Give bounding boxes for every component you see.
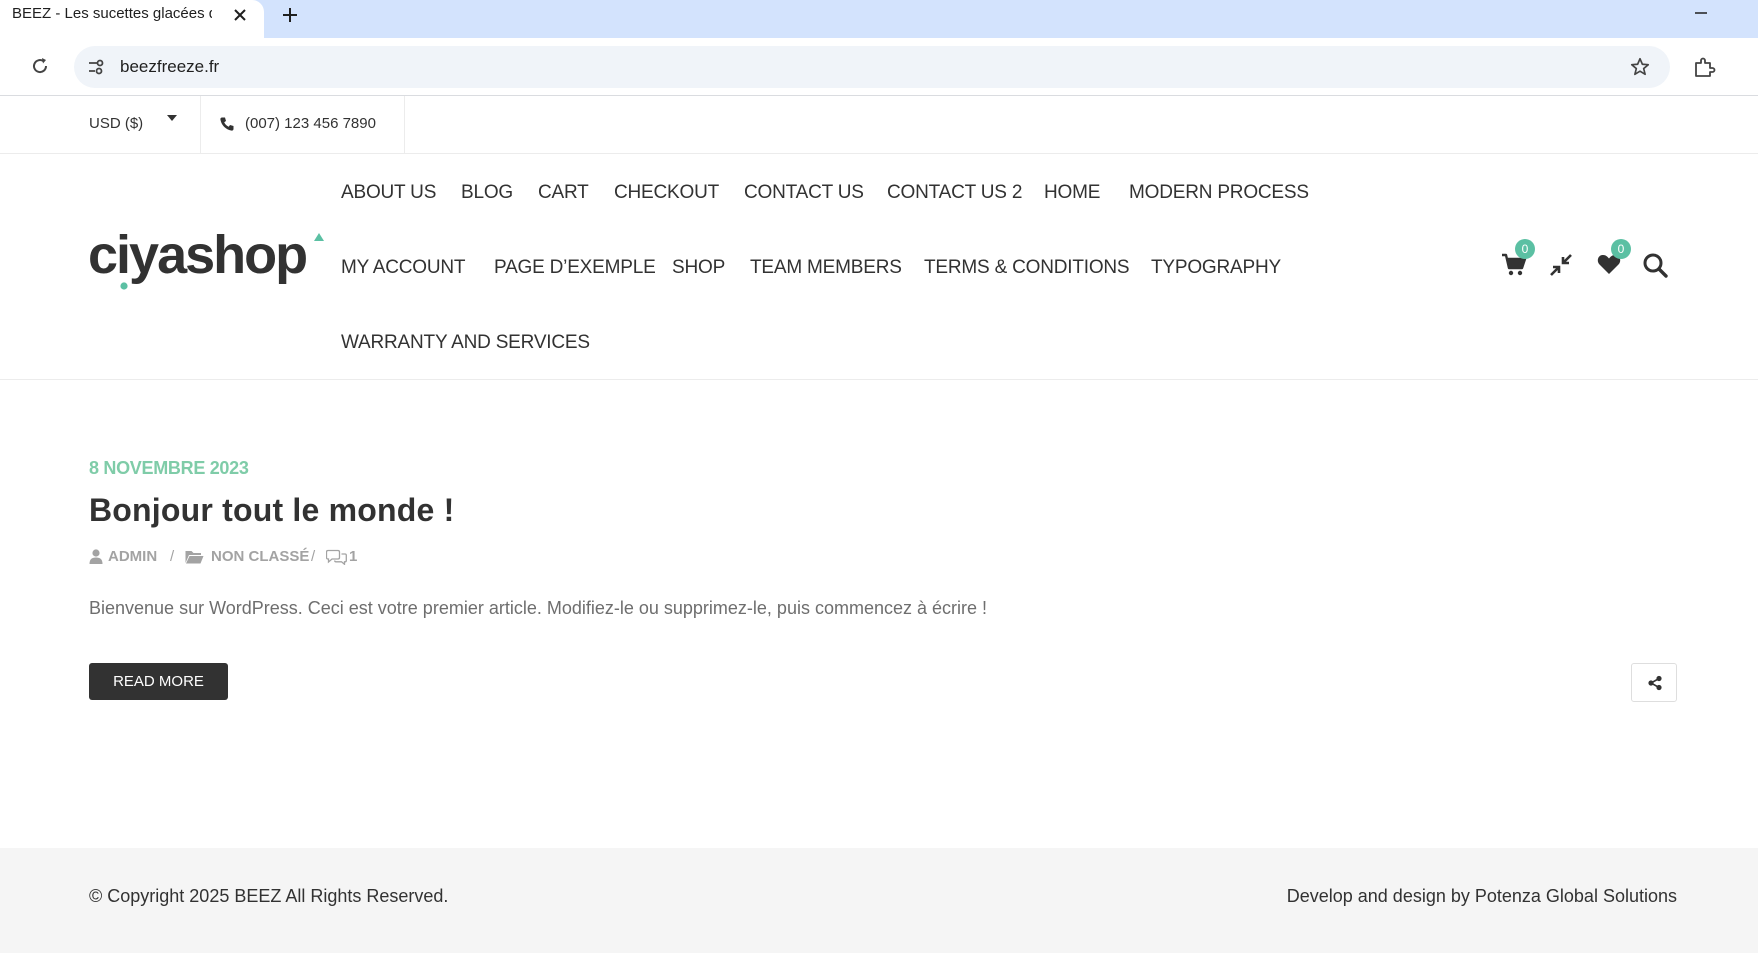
post-date[interactable]: 8 NOVEMBRE 2023 xyxy=(89,458,249,479)
user-icon xyxy=(89,549,103,564)
new-tab-plus-icon[interactable] xyxy=(278,3,302,27)
nav-about-us[interactable]: ABOUT US xyxy=(341,182,436,204)
ciyashop-logo[interactable]: ciyashop xyxy=(88,232,324,290)
nav-my-account[interactable]: MY ACCOUNT xyxy=(341,257,466,279)
nav-home[interactable]: HOME xyxy=(1044,182,1100,204)
nav-contact-us-2[interactable]: CONTACT US 2 xyxy=(887,182,1022,204)
wishlist-count-badge: 0 xyxy=(1611,239,1631,259)
nav-terms-conditions[interactable]: TERMS & CONDITIONS xyxy=(924,257,1130,279)
cart-count-badge: 0 xyxy=(1515,239,1535,259)
topbar-divider xyxy=(200,96,201,154)
address-bar[interactable]: beezfreeze.fr xyxy=(74,46,1670,88)
bookmark-star-icon[interactable] xyxy=(1629,56,1651,78)
site-info-icon[interactable] xyxy=(86,57,106,77)
nav-shop[interactable]: SHOP xyxy=(672,257,725,279)
copyright-text: © Copyright 2025 BEEZ All Rights Reserve… xyxy=(89,886,449,906)
meta-separator: / xyxy=(170,548,175,565)
folder-icon xyxy=(185,549,204,564)
topbar-divider xyxy=(404,96,405,154)
nav-cart[interactable]: CART xyxy=(538,182,589,204)
site-header: ciyashop ABOUT US BLOG CART CHECKOUT CON… xyxy=(0,154,1758,380)
credit-text[interactable]: Develop and design by Potenza Global Sol… xyxy=(1287,886,1677,907)
browser-tab[interactable]: BEEZ - Les sucettes glacées qui xyxy=(0,0,264,38)
nav-warranty-services[interactable]: WARRANTY AND SERVICES xyxy=(341,332,590,354)
svg-text:ciyashop: ciyashop xyxy=(88,232,306,285)
share-icon xyxy=(1647,675,1663,691)
site-topbar: USD ($) (007) 123 456 7890 xyxy=(0,96,1758,154)
nav-blog[interactable]: BLOG xyxy=(461,182,513,204)
currency-selector[interactable]: USD ($) xyxy=(89,115,143,132)
comments-icon xyxy=(326,549,347,565)
browser-tab-strip: BEEZ - Les sucettes glacées qui xyxy=(0,0,1758,38)
nav-contact-us[interactable]: CONTACT US xyxy=(744,182,864,204)
share-button[interactable] xyxy=(1631,663,1677,702)
post-comment-count[interactable]: 1 xyxy=(349,548,357,565)
reload-icon[interactable] xyxy=(28,54,52,78)
tab-title: BEEZ - Les sucettes glacées qui xyxy=(12,5,212,22)
caret-down-icon[interactable] xyxy=(166,112,178,124)
phone-icon xyxy=(219,116,235,132)
meta-separator: / xyxy=(311,548,316,565)
url-text: beezfreeze.fr xyxy=(120,57,220,76)
browser-toolbar: beezfreeze.fr xyxy=(0,38,1758,96)
post-title[interactable]: Bonjour tout le monde ! xyxy=(89,492,454,529)
site-footer: © Copyright 2025 BEEZ All Rights Reserve… xyxy=(0,848,1758,953)
post-excerpt: Bienvenue sur WordPress. Ceci est votre … xyxy=(89,598,988,618)
close-icon[interactable] xyxy=(230,5,250,25)
nav-typography[interactable]: TYPOGRAPHY xyxy=(1151,257,1281,279)
search-icon[interactable] xyxy=(1641,251,1669,279)
nav-checkout[interactable]: CHECKOUT xyxy=(614,182,719,204)
post-category[interactable]: NON CLASSÉ xyxy=(211,548,309,565)
nav-modern-process[interactable]: MODERN PROCESS xyxy=(1129,182,1309,204)
nav-team-members[interactable]: TEAM MEMBERS xyxy=(750,257,902,279)
extensions-puzzle-icon[interactable] xyxy=(1692,55,1716,79)
compare-arrows-icon[interactable] xyxy=(1547,251,1575,279)
minimize-icon[interactable] xyxy=(1690,2,1712,24)
post-author[interactable]: ADMIN xyxy=(108,548,157,565)
phone-number[interactable]: (007) 123 456 7890 xyxy=(245,115,376,132)
nav-page-exemple[interactable]: PAGE D’EXEMPLE xyxy=(494,257,656,279)
read-more-button[interactable]: READ MORE xyxy=(89,663,228,700)
